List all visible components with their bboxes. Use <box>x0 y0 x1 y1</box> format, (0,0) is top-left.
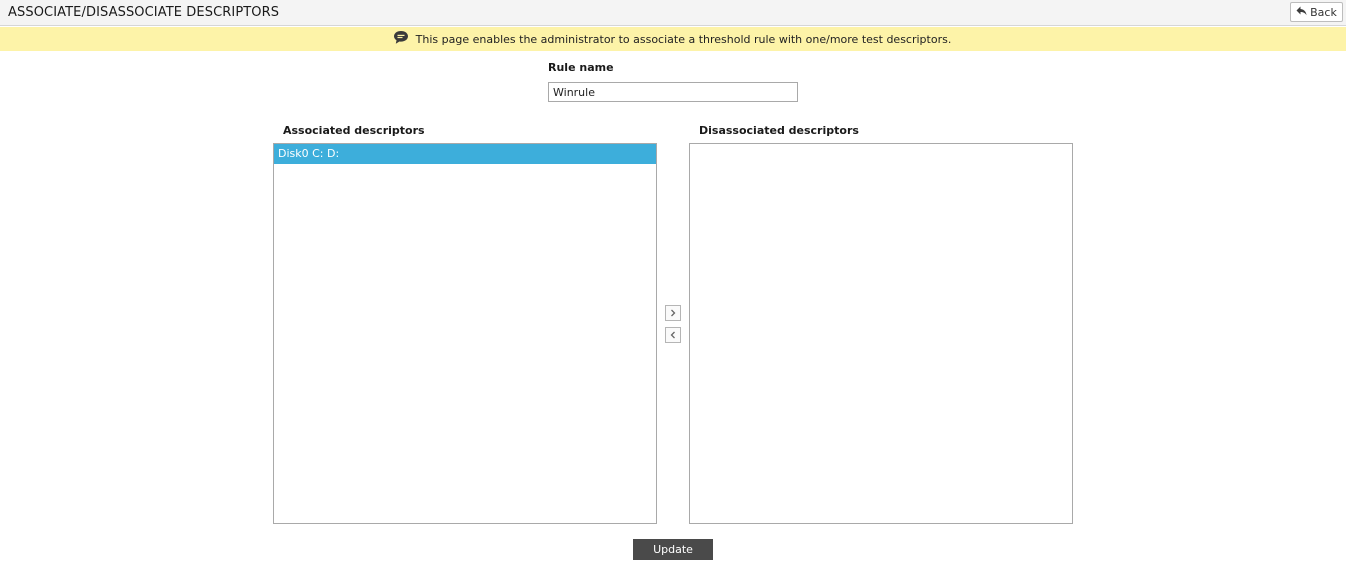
disassociated-descriptors-list[interactable] <box>689 143 1073 524</box>
chevron-left-icon <box>669 328 677 342</box>
disassociated-descriptors-label: Disassociated descriptors <box>699 124 859 137</box>
rule-name-label: Rule name <box>548 61 614 74</box>
associated-descriptors-list[interactable]: Disk0 C: D: <box>273 143 657 524</box>
move-to-disassociated-button[interactable] <box>665 305 681 321</box>
rule-name-input[interactable] <box>548 82 798 102</box>
page-header: ASSOCIATE/DISASSOCIATE DESCRIPTORS Back <box>0 0 1346 26</box>
list-item[interactable]: Disk0 C: D: <box>274 144 656 164</box>
chevron-right-icon <box>669 306 677 320</box>
move-to-associated-button[interactable] <box>665 327 681 343</box>
back-arrow-icon <box>1296 6 1307 19</box>
info-text: This page enables the administrator to a… <box>415 32 952 46</box>
update-button[interactable]: Update <box>633 539 713 560</box>
back-button-label: Back <box>1310 5 1337 19</box>
page-title: ASSOCIATE/DISASSOCIATE DESCRIPTORS <box>8 5 280 20</box>
speech-bubble-icon <box>393 30 409 48</box>
associated-descriptors-label: Associated descriptors <box>283 124 425 137</box>
back-button[interactable]: Back <box>1290 2 1343 22</box>
info-banner: This page enables the administrator to a… <box>0 27 1346 51</box>
